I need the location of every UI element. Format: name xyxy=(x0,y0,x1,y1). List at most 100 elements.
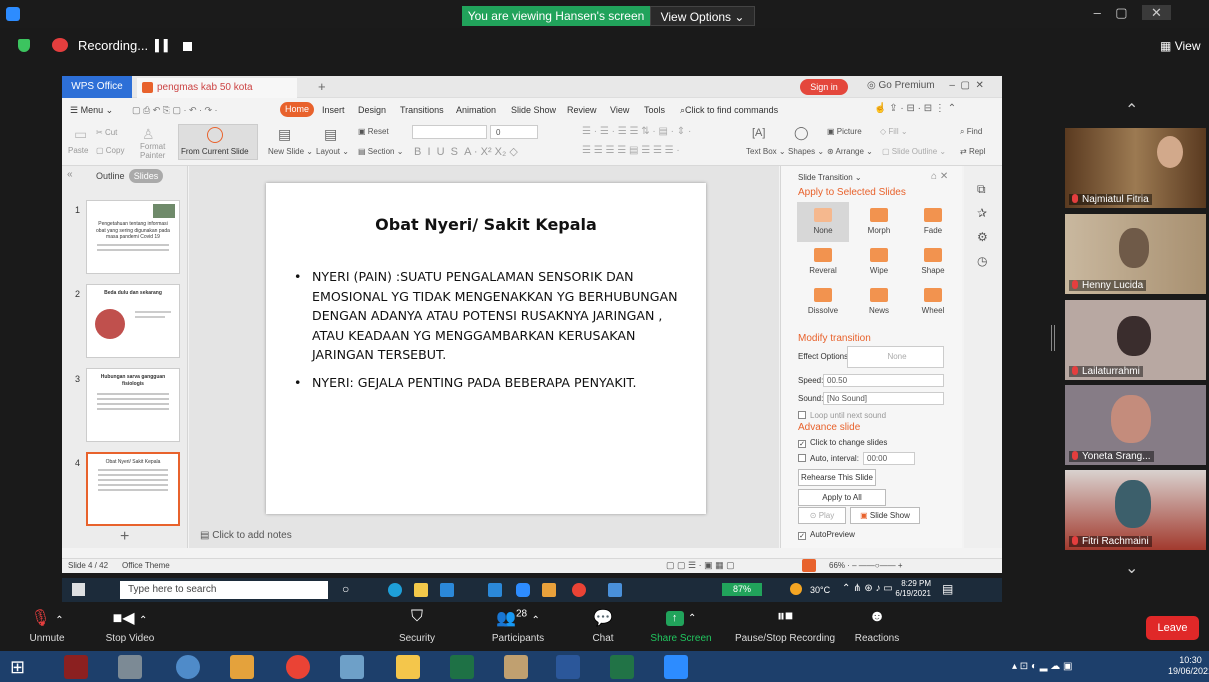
app-icon-notes[interactable] xyxy=(340,655,364,679)
rehearse-button[interactable]: Rehearse This Slide xyxy=(798,469,876,486)
notifications-icon[interactable]: ▤ xyxy=(942,582,953,596)
click-change-checkbox[interactable]: ✓ Click to change slides xyxy=(798,438,887,448)
animation-side-icon[interactable]: ✰ xyxy=(977,206,987,220)
slide-outline-button[interactable]: ▢ Slide Outline ⌄ xyxy=(882,147,946,156)
chrome-icon[interactable] xyxy=(286,655,310,679)
transition-shape[interactable]: Shape xyxy=(907,242,959,282)
zoom-taskbar-icon[interactable] xyxy=(664,655,688,679)
autopreview-checkbox[interactable]: ✓ AutoPreview xyxy=(798,530,855,540)
participant-video[interactable]: Henny Lucida xyxy=(1065,214,1206,294)
menu-button[interactable]: ☰ Menu ⌄ xyxy=(70,105,113,116)
transition-wipe[interactable]: Wipe xyxy=(853,242,905,282)
view-mode-icons[interactable]: ▢ ▢ ☰ · ▣ ▦ ▢ xyxy=(666,560,735,571)
share-screen-button[interactable]: ↑ ⌃ Share Screen xyxy=(648,608,714,644)
app-icon-book[interactable] xyxy=(64,655,88,679)
add-slide-button[interactable]: + xyxy=(120,528,129,546)
mail-icon[interactable] xyxy=(440,583,454,597)
tab-outline[interactable]: Outline xyxy=(96,171,125,181)
slide-show-button[interactable]: ▣ Slide Show xyxy=(850,507,920,524)
speed-input[interactable]: 00.50 xyxy=(823,374,944,387)
font-size-input[interactable]: 0 xyxy=(490,125,538,139)
file-explorer-icon[interactable] xyxy=(396,655,420,679)
participant-video[interactable]: Lailaturrahmi xyxy=(1065,300,1206,380)
transition-none[interactable]: None xyxy=(797,202,849,242)
tab-slides[interactable]: Slides xyxy=(129,169,163,183)
slide-thumbnail-active[interactable]: Obat Nyeri/ Sakit Kepala xyxy=(86,452,180,526)
cortana-icon[interactable]: ○ xyxy=(342,582,349,596)
font-name-input[interactable] xyxy=(412,125,487,139)
play-slideshow-icon[interactable] xyxy=(802,559,816,572)
layout-button[interactable]: Layout ⌄ xyxy=(316,147,349,156)
system-tray-icons[interactable]: ▴ ⊡ ◐ ▂ ☁ ▣ xyxy=(1012,661,1072,672)
reactions-button[interactable]: ☻ Reactions xyxy=(852,608,902,644)
sign-in-button[interactable]: Sign in xyxy=(800,79,848,95)
chat-button[interactable]: 💬 Chat xyxy=(586,608,620,644)
apply-all-button[interactable]: Apply to All xyxy=(798,489,886,506)
participant-video[interactable]: Najmiatul Fitria xyxy=(1065,128,1206,208)
slide-title[interactable]: Obat Nyeri/ Sakit Kepala xyxy=(266,215,706,234)
copy-button[interactable]: ▢ Copy xyxy=(96,146,124,155)
excel-icon[interactable] xyxy=(610,655,634,679)
picture-button[interactable]: ▣ Picture xyxy=(827,127,862,136)
fill-button[interactable]: ◇ Fill ⌄ xyxy=(880,127,908,136)
security-button[interactable]: ⛉ Security xyxy=(393,608,441,644)
text-format-icons[interactable]: B I U S A · X² X₂ ◇ xyxy=(414,145,518,158)
transition-reveal[interactable]: Reveral xyxy=(797,242,849,282)
transition-dissolve[interactable]: Dissolve xyxy=(797,282,849,322)
new-slide-button[interactable]: New Slide ⌄ xyxy=(268,147,313,156)
panel-resize-handle[interactable] xyxy=(1051,325,1055,351)
tray-icons[interactable]: ⌃ ⋔ ⊛ ♪ ▭ xyxy=(842,583,893,594)
view-options-button[interactable]: View Options ⌄ xyxy=(650,6,755,26)
taskbar-search-input[interactable]: Type here to search xyxy=(120,581,328,599)
scroll-up-icon[interactable]: ⌃ xyxy=(1125,100,1138,120)
slide-body[interactable]: NYERI (PAIN) :SUATU PENGALAMAN SENSORIK … xyxy=(292,267,692,401)
cut-button[interactable]: ✂ Cut xyxy=(96,128,117,137)
leave-button[interactable]: Leave xyxy=(1146,616,1199,640)
file-explorer-icon[interactable] xyxy=(414,583,428,597)
section-button[interactable]: ▤ Section ⌄ xyxy=(358,147,403,156)
text-box-button[interactable]: Text Box ⌄ xyxy=(746,147,786,156)
tab-design[interactable]: Design xyxy=(358,105,386,115)
slide-canvas[interactable]: Obat Nyeri/ Sakit Kepala NYERI (PAIN) :S… xyxy=(266,183,706,514)
participant-video[interactable]: Fitri Rachmaini xyxy=(1065,470,1206,550)
effect-options-select[interactable]: None xyxy=(847,346,944,368)
view-button[interactable]: ▦ View xyxy=(1160,39,1200,53)
stop-video-button[interactable]: ■◀ ⌃ Stop Video xyxy=(96,608,164,644)
app-icon-paint[interactable] xyxy=(176,655,200,679)
ribbon-right-icons[interactable]: ☝ ⇪ · ⊟ · ⊟ ⋮ ⌃ xyxy=(874,103,956,114)
scroll-down-icon[interactable]: ⌄ xyxy=(1125,558,1138,578)
slide-thumbnail[interactable]: Hubungan sarva gangguan fisiologis xyxy=(86,368,180,442)
transition-side-icon[interactable]: ⧉ xyxy=(977,182,986,197)
paragraph-icons[interactable]: ☰ · ☰ · ☰ ☰ ⇅ · ▤ · ⇕ · xyxy=(582,126,691,137)
play-button[interactable]: ⊙ Play xyxy=(798,507,846,524)
properties-side-icon[interactable]: ⚙ xyxy=(977,230,988,244)
tab-tools[interactable]: Tools xyxy=(644,105,665,115)
arrange-button[interactable]: ⊛ Arrange ⌄ xyxy=(827,147,873,156)
interval-input[interactable]: 00:00 xyxy=(863,452,915,465)
app-icon-tool[interactable] xyxy=(504,655,528,679)
wps-taskbar-icon[interactable] xyxy=(608,583,622,597)
transition-pane-title[interactable]: Slide Transition ⌄ xyxy=(798,173,862,182)
l-app-icon[interactable] xyxy=(488,583,502,597)
sound-select[interactable]: [No Sound] xyxy=(823,392,944,405)
alignment-icons[interactable]: ☰ ☰ ☰ ☰ ▤ ☰ ☰ ☰ · xyxy=(582,145,680,156)
app-icon-calc[interactable] xyxy=(118,655,142,679)
chrome-icon[interactable] xyxy=(572,583,586,597)
zoom-level[interactable]: 66% · – ——○—— + xyxy=(829,561,903,570)
app-icon-folder[interactable] xyxy=(230,655,254,679)
loop-checkbox[interactable]: Loop until next sound xyxy=(798,411,886,420)
pause-recording-button[interactable]: ⏸⏹ Pause/Stop Recording xyxy=(730,608,840,644)
tab-review[interactable]: Review xyxy=(567,105,597,115)
transition-morph[interactable]: Morph xyxy=(853,202,905,242)
transition-wheel[interactable]: Wheel xyxy=(907,282,959,322)
replace-button[interactable]: ⇄ Repl xyxy=(960,147,985,156)
find-button[interactable]: ⌕ Find xyxy=(960,127,982,137)
transition-fade[interactable]: Fade xyxy=(907,202,959,242)
windows-start-icon[interactable] xyxy=(72,583,85,596)
edge-icon[interactable] xyxy=(388,583,402,597)
auto-interval-checkbox[interactable]: Auto, interval: xyxy=(798,454,859,463)
pause-recording-icon[interactable]: ▌▌ xyxy=(155,40,173,52)
paste-button[interactable]: Paste xyxy=(68,146,88,155)
document-tab[interactable]: pengmas kab 50 kota 2021.pptx ▢ ✕ xyxy=(137,78,297,113)
tab-home[interactable]: Home xyxy=(280,102,314,117)
